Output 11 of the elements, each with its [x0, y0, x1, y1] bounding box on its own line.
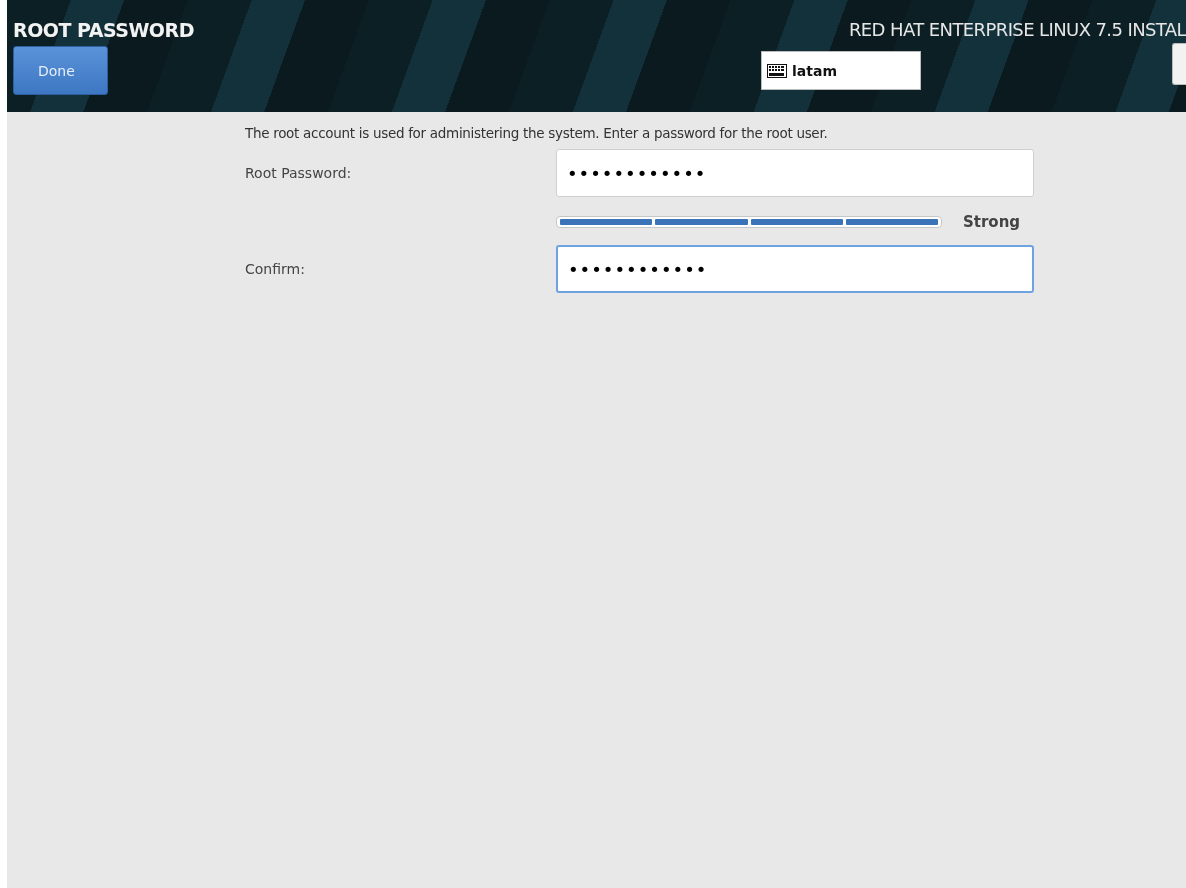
keyboard-icon [767, 63, 787, 78]
page-title: ROOT PASSWORD [13, 19, 194, 41]
header-button[interactable] [1172, 43, 1186, 85]
password-field[interactable]: •••••••••••• [556, 149, 1034, 197]
keyboard-layout-indicator[interactable]: latam [761, 51, 921, 90]
product-title: RED HAT ENTERPRISE LINUX 7.5 INSTAL [848, 19, 1186, 41]
field-label: Confirm: [245, 261, 306, 277]
strength-label: Strong [963, 213, 1021, 231]
description-text: The root account is used for administering the system. Enter a password for the root user. [245, 125, 829, 141]
field-label: Root Password: [245, 165, 353, 181]
confirm-field[interactable]: •••••••••••• [556, 245, 1034, 293]
